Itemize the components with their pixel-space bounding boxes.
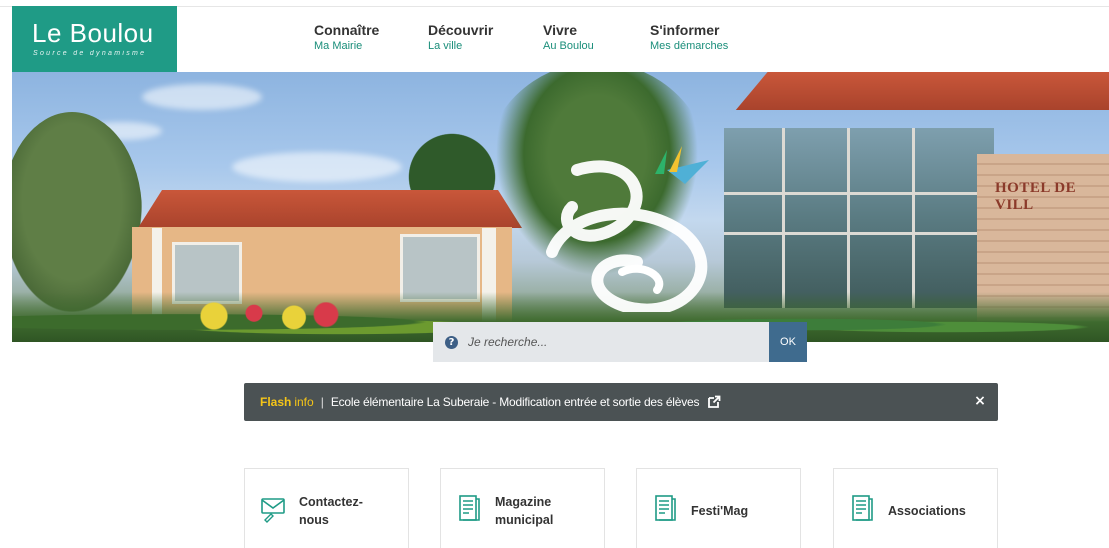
glass-facade xyxy=(724,128,994,308)
card-label: Contactez- nous xyxy=(299,495,363,527)
glass-mullion xyxy=(912,128,915,308)
glass-mullion xyxy=(782,128,785,308)
nav-item-sinformer[interactable]: S'informer Mes démarches xyxy=(650,22,728,62)
hero-banner-image: HOTEL DE VILL xyxy=(12,72,1109,342)
logo-title: Le Boulou xyxy=(32,18,154,48)
roof-right xyxy=(735,72,1109,110)
page: Le Boulou Source de dynamisme Connaître … xyxy=(0,0,1109,548)
card-festimag[interactable]: Festi'Mag xyxy=(636,468,801,548)
nav-item-connaitre[interactable]: Connaître Ma Mairie xyxy=(314,22,379,62)
flash-info-banner: Flash info | Ecole élémentaire La Subera… xyxy=(244,383,998,421)
nav-item-vivre[interactable]: Vivre Au Boulou xyxy=(543,22,594,62)
olive-tree xyxy=(12,112,142,312)
nav-item-sub-label: Mes démarches xyxy=(650,40,729,52)
glass-transom xyxy=(724,232,994,235)
search-submit-button[interactable]: OK xyxy=(769,322,807,362)
flash-message-link[interactable]: Ecole élémentaire La Suberaie - Modifica… xyxy=(331,395,700,409)
magazine-icon xyxy=(459,495,480,521)
nav-item-decouvrir[interactable]: Découvrir La ville xyxy=(428,22,493,62)
flowers xyxy=(182,302,342,330)
cloud xyxy=(232,152,402,182)
search-input[interactable] xyxy=(468,335,748,349)
nav-item-sub-label: Ma Mairie xyxy=(314,40,363,52)
card-contactez-nous[interactable]: Contactez- nous xyxy=(244,468,409,548)
flash-label: Flash xyxy=(260,395,292,409)
cloud xyxy=(142,84,262,110)
nav-item-sub-label: Au Boulou xyxy=(543,40,594,52)
site-header: Le Boulou Source de dynamisme Connaître … xyxy=(0,0,1109,72)
logo-tagline: Source de dynamisme xyxy=(33,50,147,57)
nav-item-sub-label: La ville xyxy=(428,40,463,52)
search-field: ? xyxy=(433,322,769,362)
card-label: Associations xyxy=(888,504,966,518)
flash-separator: | xyxy=(320,395,324,409)
close-icon[interactable]: × xyxy=(972,393,988,409)
card-label: Festi'Mag xyxy=(691,504,749,518)
glass-transom xyxy=(724,192,994,195)
card-associations[interactable]: Associations xyxy=(833,468,998,548)
envelope-icon xyxy=(261,498,285,523)
search-bar: ? OK xyxy=(433,322,807,362)
roof-left xyxy=(138,190,522,228)
nav-item-main-label: S'informer xyxy=(650,22,720,38)
hotel-sign: HOTEL DE VILL xyxy=(995,180,1077,213)
magazine-icon xyxy=(655,495,676,521)
card-label: Magazine municipal xyxy=(495,495,554,527)
glass-mullion xyxy=(847,128,850,308)
card-magazine-municipal[interactable]: Magazine municipal xyxy=(440,468,605,548)
site-logo[interactable]: Le Boulou Source de dynamisme xyxy=(12,6,177,72)
flash-info-label: info xyxy=(294,395,314,409)
nav-item-main-label: Découvrir xyxy=(428,22,494,38)
magazine-icon xyxy=(852,495,873,521)
question-circle-icon: ? xyxy=(445,335,458,349)
nav-item-main-label: Vivre xyxy=(543,22,577,38)
nav-item-main-label: Connaître xyxy=(314,22,380,38)
external-link-icon[interactable] xyxy=(707,395,721,409)
city-swirl-logo xyxy=(546,146,709,312)
